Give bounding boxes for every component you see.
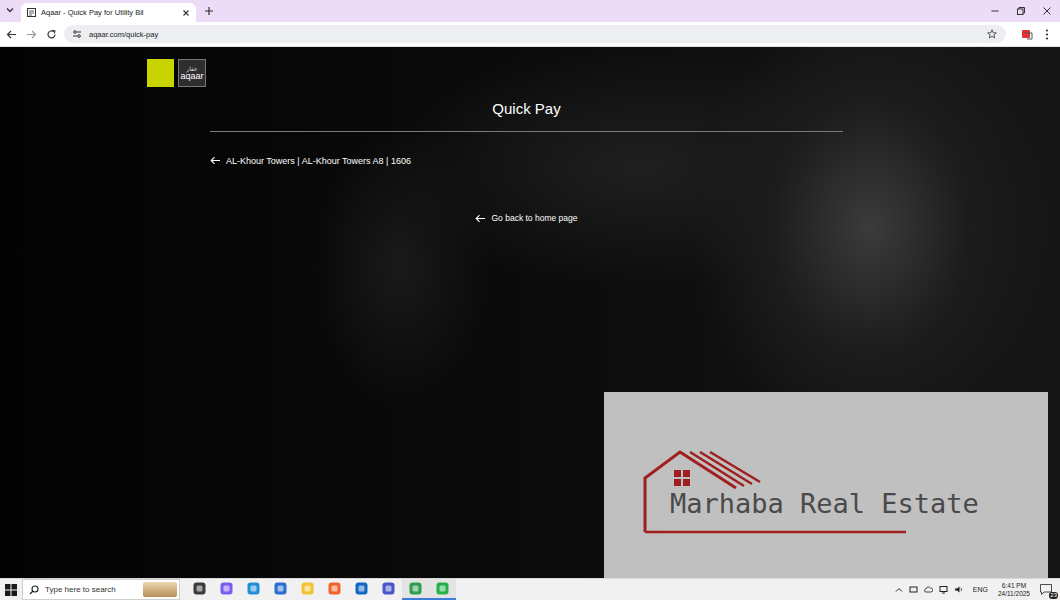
clock[interactable]: 6:41 PM 24/11/2025 [998,582,1030,598]
screen: Aqaar - Quick Pay for Utility Bil aqaar.… [0,0,1060,600]
taskbar-app[interactable] [429,579,456,600]
minimize-icon [990,6,1000,16]
whatsapp-icon [436,582,449,595]
taskbar-app[interactable] [186,579,213,600]
task-view-icon [193,582,206,595]
watermark: Marhaba Real Estate [604,392,1048,578]
time: 6:41 PM [1002,582,1026,590]
taskbar-app[interactable] [213,579,240,600]
browser-tab[interactable]: Aqaar - Quick Pay for Utility Bil [21,3,196,22]
reload-button[interactable] [42,25,60,43]
windows-icon [5,584,17,596]
chevron-up-icon[interactable] [895,586,903,594]
taskbar-app[interactable] [267,579,294,600]
watermark-text: Marhaba Real Estate [670,488,979,520]
home-link[interactable]: Go back to home page [475,213,577,223]
address-bar[interactable]: aqaar.com/quick-pay [64,25,1006,43]
taskbar-app[interactable] [348,579,375,600]
restore-icon [1016,6,1026,16]
arrow-right-icon [26,29,37,40]
copilot-icon [220,582,233,595]
chrome-icon [409,582,422,595]
site-logo[interactable]: عقار aqaar [0,47,1060,87]
taskbar-app[interactable] [402,579,429,600]
notification-center[interactable]: 23 [1040,584,1056,595]
property-link[interactable]: AL-Khour Towers | AL-Khour Towers A8 | 1… [210,156,411,166]
system-tray: ENG 6:41 PM 24/11/2025 23 [895,582,1056,598]
close-icon[interactable] [182,9,190,17]
restore-button[interactable] [1008,0,1034,22]
plus-icon [204,6,214,16]
site-info-icon[interactable] [72,29,82,39]
search-highlight-picture [143,582,177,597]
minimize-button[interactable] [982,0,1008,22]
taskbar-app[interactable] [240,579,267,600]
house-logo-icon [604,392,1048,578]
store-icon [274,582,287,595]
taskbar-app[interactable] [321,579,348,600]
extension-button[interactable] [1018,25,1036,43]
page-title: Quick Pay [0,99,1053,119]
notification-count: 23 [1049,592,1058,599]
browser-toolbar: aqaar.com/quick-pay [0,22,1060,47]
search-placeholder: Type here to search [45,585,116,594]
network-icon[interactable] [939,585,948,594]
window-controls [982,0,1060,22]
forward-button[interactable] [22,25,40,43]
close-window-button[interactable] [1034,0,1060,22]
teams-icon [382,582,395,595]
tab-title: Aqaar - Quick Pay for Utility Bil [41,8,177,17]
reload-icon [46,29,57,40]
arrow-left-icon [210,156,221,165]
more-vertical-icon [1045,29,1049,40]
chevron-down-icon [5,5,15,15]
web-page: عقار aqaar Quick Pay AL-Khour Towers | A… [0,47,1060,578]
language-indicator[interactable]: ENG [973,586,988,593]
arrow-left-icon [6,29,17,40]
back-button[interactable] [2,25,20,43]
taskbar-app[interactable] [294,579,321,600]
speaker-icon[interactable] [954,585,963,594]
taskbar-search[interactable]: Type here to search [22,579,180,600]
favicon-icon [27,8,36,17]
tab-search-button[interactable] [1,1,19,19]
date: 24/11/2025 [998,590,1030,598]
start-button[interactable] [0,579,22,600]
search-icon [29,585,39,595]
edge-icon [247,582,260,595]
outlook-icon [355,582,368,595]
taskbar: Type here to search ENG 6:41 PM 24/11/20… [0,578,1060,600]
star-icon[interactable] [987,29,997,39]
arrow-left-icon [475,214,486,223]
logo-text: aqaar [180,72,203,81]
cloud-icon[interactable] [924,585,933,594]
new-tab-button[interactable] [200,2,218,20]
pdf-extension-icon [1021,28,1033,40]
url-text: aqaar.com/quick-pay [89,30,158,39]
divider [210,131,843,132]
files-icon [301,582,314,595]
taskbar-apps [186,579,456,600]
logo-square [147,59,174,87]
taskbar-app[interactable] [375,579,402,600]
firefox-icon [328,582,341,595]
close-icon [1042,6,1052,16]
logo-box: عقار aqaar [178,59,206,87]
tab-strip: Aqaar - Quick Pay for Utility Bil [0,0,1060,22]
menu-button[interactable] [1038,25,1056,43]
content: AL-Khour Towers | AL-Khour Towers A8 | 1… [210,119,843,223]
device-icon[interactable] [909,585,918,594]
